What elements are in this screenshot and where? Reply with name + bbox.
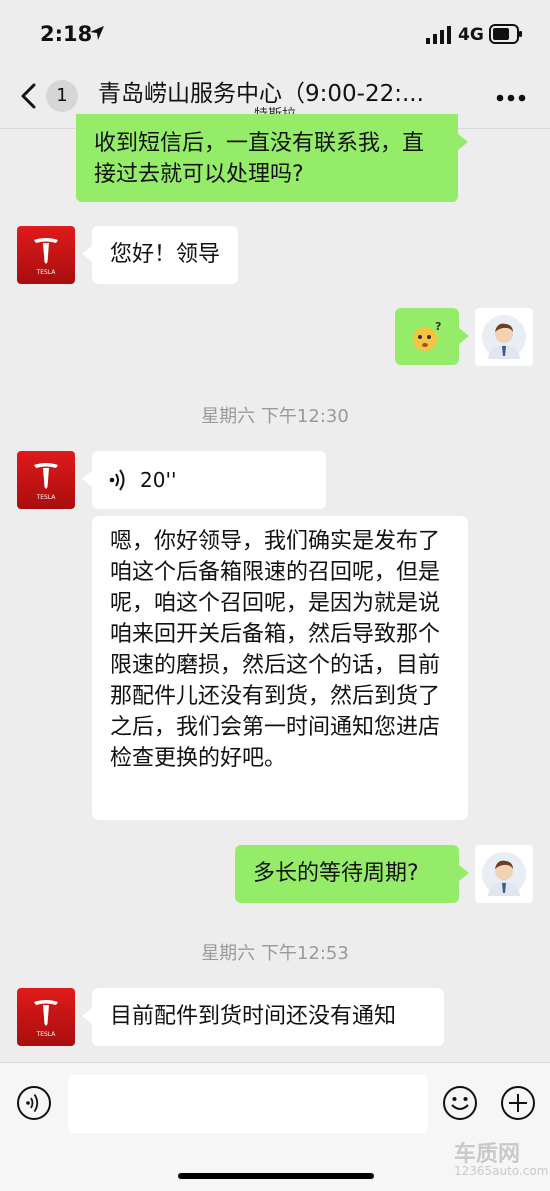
- person-avatar-icon: [482, 852, 526, 896]
- message-bubble-self[interactable]: 多长的等待周期?: [235, 845, 469, 903]
- message-bubble-self[interactable]: 收到短信后，一直没有联系我，直接过去就可以处理吗?: [76, 114, 468, 202]
- watermark-url: 12365auto.com: [454, 1164, 549, 1178]
- message-bubble-self-emoji[interactable]: ?: [395, 308, 469, 365]
- tesla-avatar[interactable]: TESLA: [17, 451, 75, 509]
- plus-button-icon[interactable]: [500, 1085, 536, 1121]
- message-bubble-other[interactable]: 目前配件到货时间还没有通知: [82, 988, 444, 1046]
- voice-input-button-icon[interactable]: [16, 1085, 52, 1121]
- signal-icon: [426, 26, 451, 44]
- voice-duration: 20'': [140, 468, 177, 492]
- timestamp: 星期六 下午12:53: [201, 943, 349, 964]
- tesla-wordmark: TESLA: [36, 269, 57, 276]
- home-indicator[interactable]: [178, 1173, 374, 1179]
- tesla-wordmark: TESLA: [36, 1031, 57, 1038]
- message-bubble-other[interactable]: 您好！领导: [81, 226, 239, 284]
- tesla-logo-icon: TESLA: [34, 1000, 58, 1038]
- message-bubble-other[interactable]: 嗯，你好领导，我们确实是发布了咱这个后备箱限速的召回呢，但是呢，咱这个召回呢，是…: [92, 516, 468, 820]
- voice-wave-icon: [109, 469, 125, 491]
- user-avatar[interactable]: [475, 845, 533, 903]
- location-arrow-icon: [90, 26, 104, 40]
- message-input[interactable]: [68, 1075, 428, 1133]
- chat-title: 青岛崂山服务中心（9:00-22:...: [98, 81, 424, 107]
- person-avatar-icon: [482, 315, 526, 359]
- svg-text:?: ?: [435, 320, 441, 333]
- watermark: 车质网 12365auto.com: [454, 1144, 549, 1179]
- confused-emoji-icon: ?: [413, 320, 441, 351]
- tesla-logo-icon: TESLA: [34, 238, 58, 276]
- emoji-button-icon[interactable]: [442, 1085, 478, 1121]
- tesla-avatar[interactable]: TESLA: [17, 988, 75, 1046]
- tesla-wordmark: TESLA: [36, 494, 57, 501]
- network-label: 4G: [458, 25, 484, 45]
- user-avatar[interactable]: [475, 308, 533, 366]
- voice-message-bubble[interactable]: 20'': [82, 451, 326, 509]
- battery-icon: [489, 24, 522, 44]
- status-time: 2:18: [40, 22, 93, 46]
- tesla-avatar[interactable]: TESLA: [17, 226, 75, 284]
- tesla-logo-icon: TESLA: [34, 463, 58, 501]
- timestamp: 星期六 下午12:30: [201, 406, 349, 427]
- more-options-icon[interactable]: [496, 94, 526, 102]
